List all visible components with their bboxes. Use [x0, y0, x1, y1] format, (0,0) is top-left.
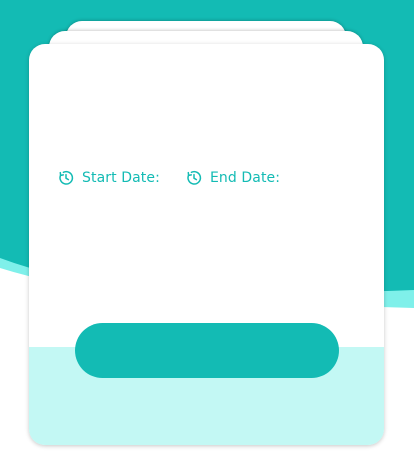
end-date-field[interactable]: End Date:	[186, 170, 280, 186]
clock-icon	[187, 170, 202, 185]
primary-action-button[interactable]	[75, 323, 339, 378]
start-date-label: Start Date:	[82, 170, 160, 186]
date-range-row: Start Date: End Date:	[58, 168, 280, 188]
start-date-field[interactable]: Start Date:	[58, 170, 160, 186]
end-date-label: End Date:	[209, 170, 281, 186]
clock-icon	[59, 170, 74, 185]
date-range-card: Start Date: End Date:	[29, 44, 384, 445]
